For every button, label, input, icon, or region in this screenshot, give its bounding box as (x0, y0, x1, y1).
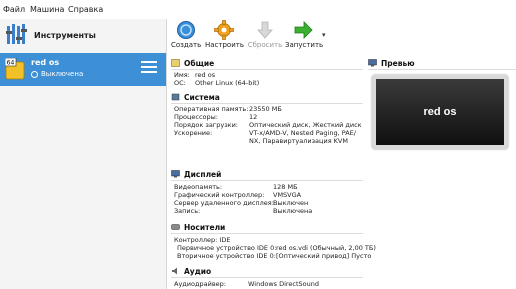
section-storage-header[interactable]: Носители (171, 220, 225, 234)
preview-screen: red os (372, 75, 508, 149)
separator (171, 233, 363, 234)
separator (171, 69, 363, 70)
discard-arrow-icon (257, 21, 273, 39)
vm-name: red os (31, 58, 60, 67)
start-arrow-icon (294, 21, 313, 39)
settings-gear-icon (214, 20, 234, 40)
section-system-header[interactable]: Система (171, 90, 220, 104)
vm-arch-badge: 64 (7, 60, 15, 67)
vm-state: Выключена (31, 70, 83, 78)
section-general-header[interactable]: Общие (171, 56, 214, 70)
vm-list-pane: Инструменты 64 red os Выключена (0, 19, 167, 289)
tools-label: Инструменты (34, 31, 96, 40)
preview-monitor-icon (368, 59, 377, 67)
vm-item-menu-icon[interactable] (141, 61, 157, 77)
tools-item[interactable]: Инструменты (0, 19, 166, 53)
vm-list-item-red-os[interactable]: 64 red os Выключена (0, 53, 166, 86)
settings-button[interactable]: Настроить (205, 19, 244, 55)
section-audio-header[interactable]: Аудио (171, 264, 211, 278)
menu-help[interactable]: Справка (68, 5, 103, 14)
vm-state-label: Выключена (41, 70, 84, 78)
discard-button[interactable]: Сбросить (247, 19, 283, 55)
vm-os-icon: 64 (5, 58, 25, 80)
separator (171, 103, 363, 104)
general-icon (171, 59, 180, 67)
system-chip-icon (171, 93, 180, 101)
tools-icon (6, 24, 27, 44)
section-display-header[interactable]: Дисплей (171, 167, 221, 181)
menu-file[interactable]: Файл (3, 5, 25, 14)
storage-disk-icon (171, 224, 180, 230)
menu-bar: Файл Машина Справка (0, 0, 516, 19)
main-toolbar: Создать Настроить Сбросить Запустить ▾ (167, 19, 516, 55)
section-preview-header[interactable]: Превью (368, 56, 415, 70)
audio-speaker-icon (172, 267, 177, 275)
separator (171, 277, 363, 278)
menu-machine[interactable]: Машина (30, 5, 64, 14)
powered-off-icon (31, 70, 38, 78)
create-button[interactable]: Создать (171, 19, 201, 55)
start-dropdown-icon[interactable]: ▾ (322, 31, 326, 39)
separator (171, 180, 363, 181)
separator (368, 69, 516, 70)
preview-screen-text: red os (423, 106, 457, 118)
details-pane: Общие Имя: red os ОС: Other Linux (64-bit)… (167, 55, 376, 289)
start-button[interactable]: Запустить (285, 19, 323, 55)
preview-pane: Превью red os (364, 55, 516, 165)
create-icon (177, 21, 195, 39)
display-monitor-icon (171, 170, 180, 178)
